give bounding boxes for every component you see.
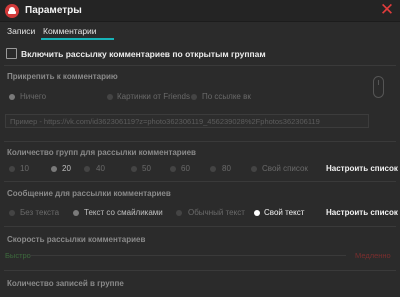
title-bar: Параметры ✕ [0,0,400,22]
enable-mailing-checkbox[interactable] [6,48,17,59]
attach-section-title: Прикрепить к комментарию [7,72,118,81]
message-radio-plain-text[interactable] [176,210,182,216]
message-configure-list-button[interactable]: Настроить список [326,208,398,217]
posts-count-title: Количество записей в группе [7,279,124,288]
message-section-title: Сообщение для рассылки комментариев [7,189,171,198]
divider [4,181,396,182]
speed-min-label: Быстро [5,251,31,260]
attach-option-pictures[interactable]: Картинки от Friends [117,92,190,101]
close-icon[interactable]: ✕ [378,1,396,19]
groups-radio-80[interactable] [210,166,216,172]
groups-option-50[interactable]: 50 [142,164,151,173]
app-logo-icon [5,4,19,18]
attach-radio-pictures[interactable] [107,94,113,100]
attach-option-link[interactable]: По ссылке вк [202,92,251,101]
attach-url-input[interactable]: Пример - https://vk.com/id362306119?z=ph… [5,114,369,128]
speed-max-label: Медленно [355,251,391,260]
message-radio-no-text[interactable] [9,210,15,216]
mouse-scroll-icon [373,76,384,98]
groups-option-own-list[interactable]: Свой список [262,164,308,173]
speed-section-title: Скорость рассылки комментариев [7,235,146,244]
groups-radio-60[interactable] [170,166,176,172]
groups-radio-10[interactable] [9,166,15,172]
divider [4,141,396,142]
groups-radio-20[interactable] [51,166,57,172]
tab-posts[interactable]: Записи [7,26,35,36]
groups-count-title: Количество групп для рассылки комментари… [7,148,196,157]
enable-mailing-label[interactable]: Включить рассылку комментариев по открыт… [21,49,266,59]
tab-comments[interactable]: Комментарии [43,26,97,36]
groups-option-60[interactable]: 60 [181,164,190,173]
groups-option-80[interactable]: 80 [222,164,231,173]
tab-bar: Записи Комментарии [0,24,400,40]
attach-radio-link[interactable] [191,94,197,100]
attach-option-nothing[interactable]: Ничего [20,92,46,101]
groups-option-20[interactable]: 20 [62,164,71,173]
attach-radio-nothing[interactable] [9,94,15,100]
message-radio-emoji-text[interactable] [73,210,79,216]
message-option-emoji-text[interactable]: Текст со смайликами [84,208,163,217]
groups-radio-40[interactable] [84,166,90,172]
groups-option-10[interactable]: 10 [20,164,29,173]
message-option-no-text[interactable]: Без текста [20,208,59,217]
message-option-plain-text[interactable]: Обычный текст [188,208,245,217]
divider [4,270,396,271]
message-radio-own-text[interactable] [254,210,260,216]
active-tab-indicator [41,38,114,40]
groups-option-40[interactable]: 40 [96,164,105,173]
groups-radio-own-list[interactable] [251,166,257,172]
groups-configure-list-button[interactable]: Настроить список [326,164,398,173]
attach-url-placeholder: Пример - https://vk.com/id362306119?z=ph… [10,117,320,126]
groups-radio-50[interactable] [131,166,137,172]
window-title: Параметры [25,5,82,16]
message-option-own-text[interactable]: Свой текст [264,208,304,217]
divider [4,226,396,227]
divider [4,65,396,66]
speed-slider[interactable] [30,255,346,256]
